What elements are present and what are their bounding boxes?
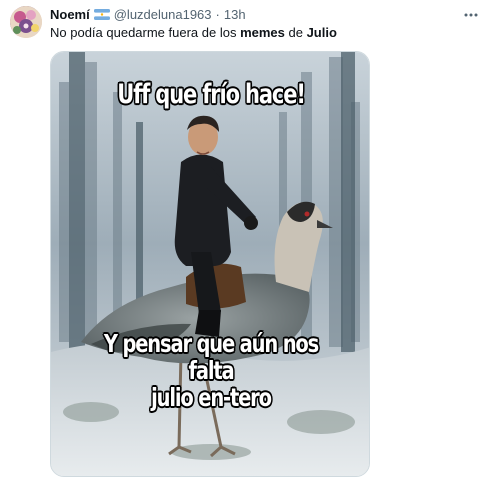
tweet[interactable]: Noemí @luzdeluna1963 · 13h No podía qued… [0,0,487,481]
meme-bottom-caption-line1: Y pensar que aún nos falta [103,329,319,385]
tweet-header: Noemí @luzdeluna1963 · 13h [50,6,246,22]
tweet-text-part2: de [284,25,307,40]
meme-top-caption: Uff que frío hace! [117,79,306,110]
tweet-text: No podía quedarme fuera de los memes de … [50,24,337,41]
tweet-text-part1: No podía quedarme fuera de los [50,25,241,40]
tweet-text-bold-memes: memes [240,25,285,40]
more-options-button[interactable] [461,5,481,25]
meme-illustration [51,52,369,476]
avatar-flowers-icon [10,6,42,38]
more-dots-icon [464,13,478,17]
author-handle[interactable]: @luzdeluna1963 [114,7,212,22]
argentina-flag-icon [93,8,110,20]
meme-bottom-caption-line2: julio en-tero [151,383,272,412]
meme-bottom-caption: Y pensar que aún nos falta julio en-tero [86,330,336,411]
tweet-timestamp[interactable]: 13h [224,7,246,22]
header-separator: · [215,6,220,22]
author-avatar[interactable] [10,6,42,38]
author-name[interactable]: Noemí [50,7,90,22]
tweet-media-image[interactable]: Uff que frío hace! Y pensar que aún nos … [50,51,370,477]
tweet-text-bold-julio: Julio [306,25,337,40]
